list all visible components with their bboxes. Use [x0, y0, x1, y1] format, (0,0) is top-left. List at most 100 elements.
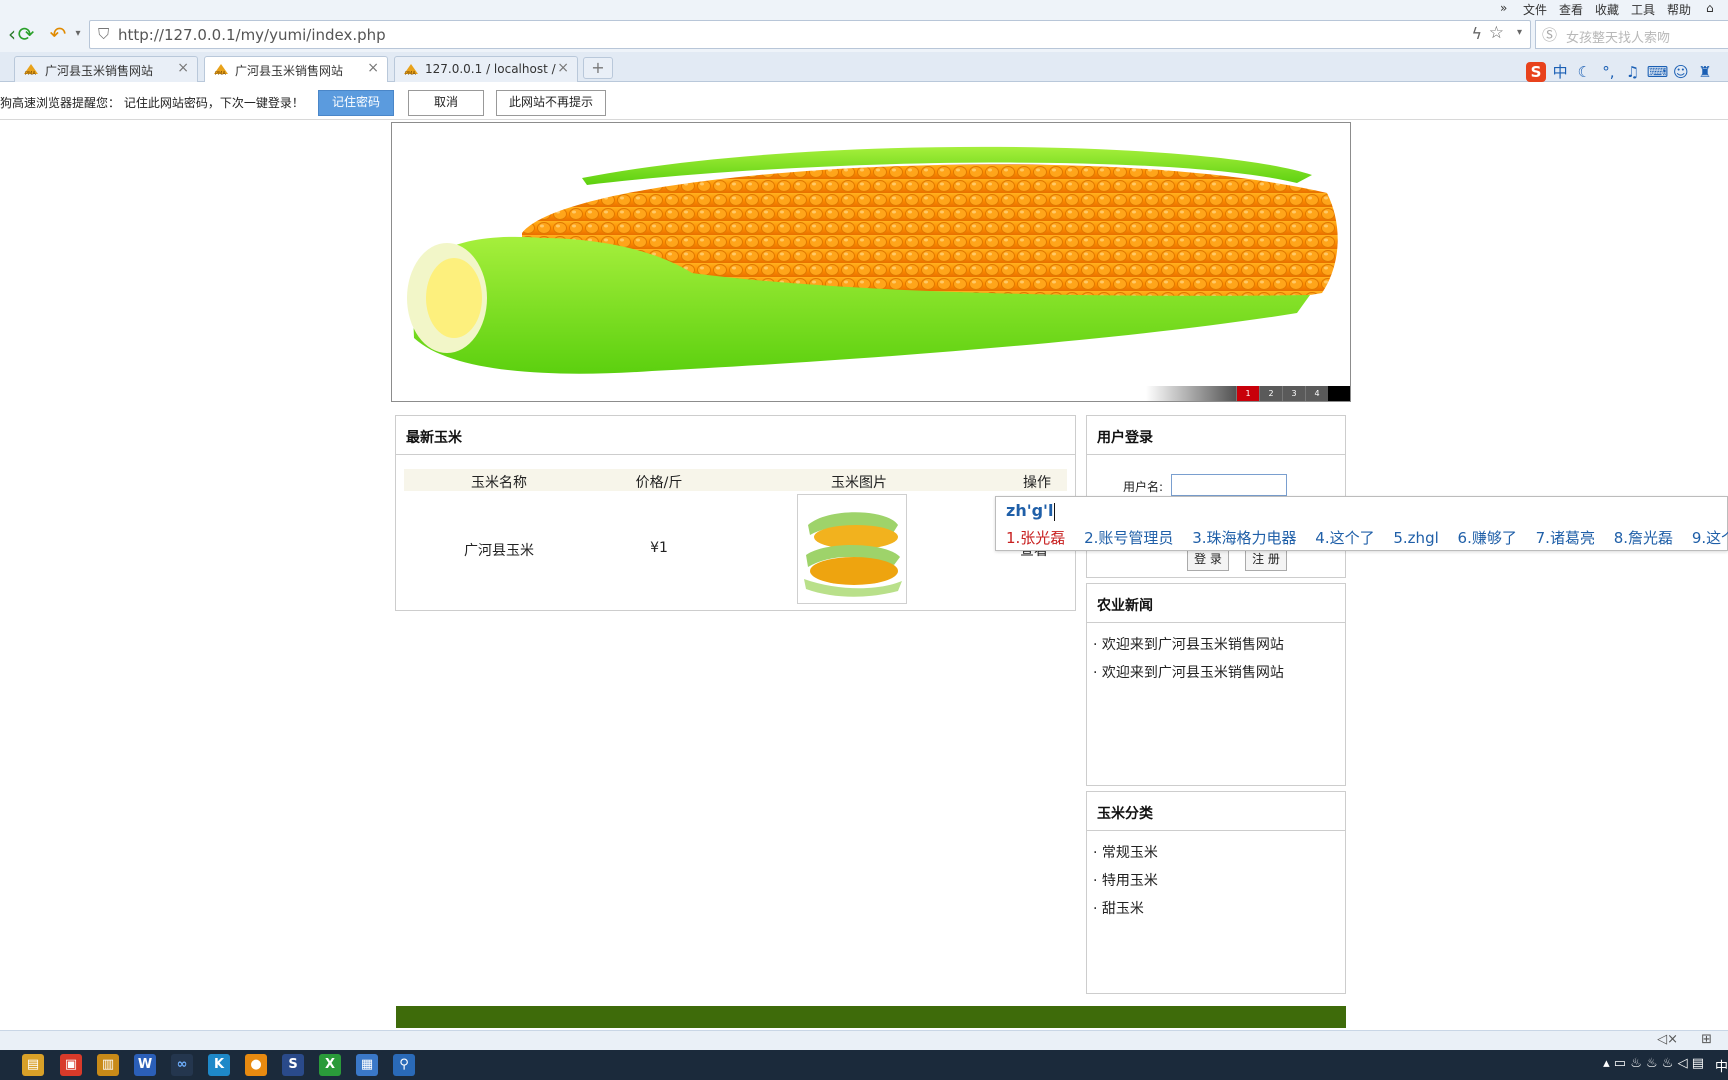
- excel-icon[interactable]: X: [319, 1054, 341, 1076]
- search-input[interactable]: 女孩整天找人索吻: [1566, 27, 1670, 46]
- username-label: 用户名:: [1123, 480, 1164, 494]
- category-link[interactable]: 常规玉米: [1102, 845, 1158, 861]
- search-box[interactable]: Ⓢ 女孩整天找人索吻: [1535, 20, 1728, 49]
- close-icon[interactable]: ×: [177, 60, 189, 76]
- ime-candidate[interactable]: 4.这个了: [1315, 529, 1374, 547]
- user-icon[interactable]: ☺: [1671, 62, 1691, 82]
- ime-candidate[interactable]: 5.zhgl: [1393, 529, 1438, 547]
- tab-2[interactable]: PMA 广河县玉米销售网站 ×: [204, 56, 388, 84]
- pma-icon: PMA: [24, 64, 38, 76]
- microphone-icon[interactable]: ♫: [1623, 62, 1643, 82]
- close-icon[interactable]: ×: [557, 60, 569, 76]
- page-footer-bar: [396, 1006, 1346, 1028]
- close-icon[interactable]: ×: [367, 60, 379, 76]
- panel-title: 用户登录: [1097, 430, 1153, 446]
- mute-icon[interactable]: ◁×: [1657, 1032, 1678, 1047]
- folder-icon[interactable]: ▤: [22, 1054, 44, 1076]
- news-link[interactable]: 欢迎来到广河县玉米销售网站: [1102, 665, 1284, 681]
- explorer-icon[interactable]: ▦: [356, 1054, 378, 1076]
- chevron-down-icon[interactable]: ▾: [66, 22, 90, 46]
- window-icon[interactable]: ⊞: [1701, 1032, 1712, 1047]
- corn-thumbnail[interactable]: [797, 494, 907, 604]
- tray-ime-indicator[interactable]: 中: [1715, 1056, 1728, 1075]
- category-link[interactable]: 甜玉米: [1102, 901, 1144, 917]
- column-header-action: 操作: [1023, 475, 1051, 491]
- column-header-name: 玉米名称: [471, 475, 527, 491]
- app-s-icon[interactable]: S: [282, 1054, 304, 1076]
- skin-icon[interactable]: ⌂: [1706, 1, 1714, 15]
- ime-candidate[interactable]: 6.赚够了: [1458, 529, 1517, 547]
- corn-image: [407, 146, 1338, 374]
- tab-label: 127.0.0.1 / localhost /: [425, 62, 556, 76]
- browser-menu-strip: » 文件 查看 收藏 工具 帮助 ⌂: [0, 0, 1728, 17]
- tab-3[interactable]: PMA 127.0.0.1 / localhost / ×: [394, 56, 578, 83]
- svg-text:PMA: PMA: [405, 71, 416, 76]
- remember-password-button[interactable]: 记住密码: [318, 90, 394, 116]
- slide-dot-3[interactable]: 3: [1282, 386, 1305, 401]
- url-dropdown-icon[interactable]: ▾: [1517, 27, 1522, 38]
- cancel-button[interactable]: 取消: [408, 90, 484, 116]
- ime-candidates: 1.张光磊 2.账号管理员 3.珠海格力电器 4.这个了 5.zhgl 6.赚够…: [1006, 527, 1728, 548]
- app-orange-icon[interactable]: ●: [245, 1054, 267, 1076]
- panel-title: 最新玉米: [406, 430, 462, 446]
- shirt-icon[interactable]: ♜: [1695, 62, 1715, 82]
- corn-price-cell: ¥1: [650, 540, 668, 556]
- keyboard-icon[interactable]: ⌨: [1647, 62, 1669, 82]
- ime-candidate-popup: zh'g'l 1.张光磊 2.账号管理员 3.珠海格力电器 4.这个了 5.zh…: [995, 496, 1728, 551]
- ime-candidate[interactable]: 8.詹光磊: [1614, 529, 1673, 547]
- latest-corn-panel: 最新玉米 玉米名称 价格/斤 玉米图片 操作 广河县玉米 ¥1 查看: [395, 415, 1076, 611]
- panel-header: 用户登录: [1087, 416, 1345, 455]
- pma-icon: PMA: [214, 64, 228, 76]
- app-red-icon[interactable]: ▣: [60, 1054, 82, 1076]
- app-k-icon[interactable]: K: [208, 1054, 230, 1076]
- slide-dot-4[interactable]: 4: [1305, 386, 1328, 401]
- corn-banner: 1 2 3 4: [391, 122, 1351, 402]
- column-header-image: 玉米图片: [831, 475, 887, 491]
- tray-icons[interactable]: ▴ ▭ ♨ ♨ ♨ ◁ ▤: [1603, 1056, 1704, 1071]
- app-film-icon[interactable]: ▥: [97, 1054, 119, 1076]
- infinity-icon[interactable]: ∞: [171, 1054, 193, 1076]
- tab-1[interactable]: PMA 广河县玉米销售网站 ×: [14, 56, 198, 83]
- ime-candidate[interactable]: 9.这个: [1692, 529, 1728, 547]
- word-icon[interactable]: W: [134, 1054, 156, 1076]
- news-link[interactable]: 欢迎来到广河县玉米销售网站: [1102, 637, 1284, 653]
- tab-label: 广河县玉米销售网站: [235, 64, 344, 78]
- address-bar[interactable]: ⛉ http://127.0.0.1/my/yumi/index.php ϟ ☆…: [89, 20, 1531, 49]
- sogou-logo-icon[interactable]: S: [1526, 62, 1546, 82]
- ime-candidate[interactable]: 7.诸葛亮: [1536, 529, 1595, 547]
- search-engine-icon[interactable]: Ⓢ: [1542, 24, 1557, 45]
- category-link[interactable]: 特用玉米: [1102, 873, 1158, 889]
- search-icon[interactable]: ⚲: [393, 1054, 415, 1076]
- punctuation-icon[interactable]: °,: [1598, 62, 1618, 82]
- list-item[interactable]: · 欢迎来到广河县玉米销售网站: [1093, 662, 1284, 682]
- moon-icon[interactable]: ☾: [1574, 62, 1594, 82]
- ime-candidate[interactable]: 2.账号管理员: [1084, 529, 1173, 547]
- lightning-icon[interactable]: ϟ: [1471, 24, 1482, 43]
- login-button[interactable]: 登 录: [1187, 549, 1229, 571]
- corn-category-panel: 玉米分类 · 常规玉米 · 特用玉米 · 甜玉米: [1086, 791, 1346, 994]
- url-text[interactable]: http://127.0.0.1/my/yumi/index.php: [118, 26, 386, 44]
- list-item[interactable]: · 常规玉米: [1093, 842, 1158, 862]
- refresh-icon[interactable]: ⟳: [14, 22, 38, 46]
- register-button[interactable]: 注 册: [1245, 549, 1287, 571]
- username-field[interactable]: [1171, 474, 1287, 496]
- panel-title: 农业新闻: [1097, 598, 1153, 614]
- panel-title: 玉米分类: [1097, 806, 1153, 822]
- ime-candidate[interactable]: 3.珠海格力电器: [1192, 529, 1296, 547]
- slide-dot-1[interactable]: 1: [1236, 386, 1259, 401]
- ime-chinese-icon[interactable]: 中: [1550, 62, 1570, 82]
- svg-text:PMA: PMA: [215, 71, 226, 76]
- panel-header: 农业新闻: [1087, 584, 1345, 623]
- column-header-price: 价格/斤: [635, 475, 683, 491]
- list-item[interactable]: · 特用玉米: [1093, 870, 1158, 890]
- slide-dot-2[interactable]: 2: [1259, 386, 1282, 401]
- never-prompt-button[interactable]: 此网站不再提示: [496, 90, 606, 116]
- list-item[interactable]: · 欢迎来到广河县玉米销售网站: [1093, 634, 1284, 654]
- table-header: 玉米名称 价格/斤 玉米图片 操作: [404, 469, 1067, 491]
- star-icon[interactable]: ☆: [1489, 23, 1504, 43]
- ime-candidate[interactable]: 1.张光磊: [1006, 529, 1065, 547]
- new-tab-button[interactable]: +: [583, 57, 613, 79]
- more-chevron-icon[interactable]: »: [1500, 1, 1507, 15]
- ime-toolbar: S 中 ☾ °, ♫ ⌨ ☺ ♜ ✎: [1526, 62, 1728, 101]
- list-item[interactable]: · 甜玉米: [1093, 898, 1144, 918]
